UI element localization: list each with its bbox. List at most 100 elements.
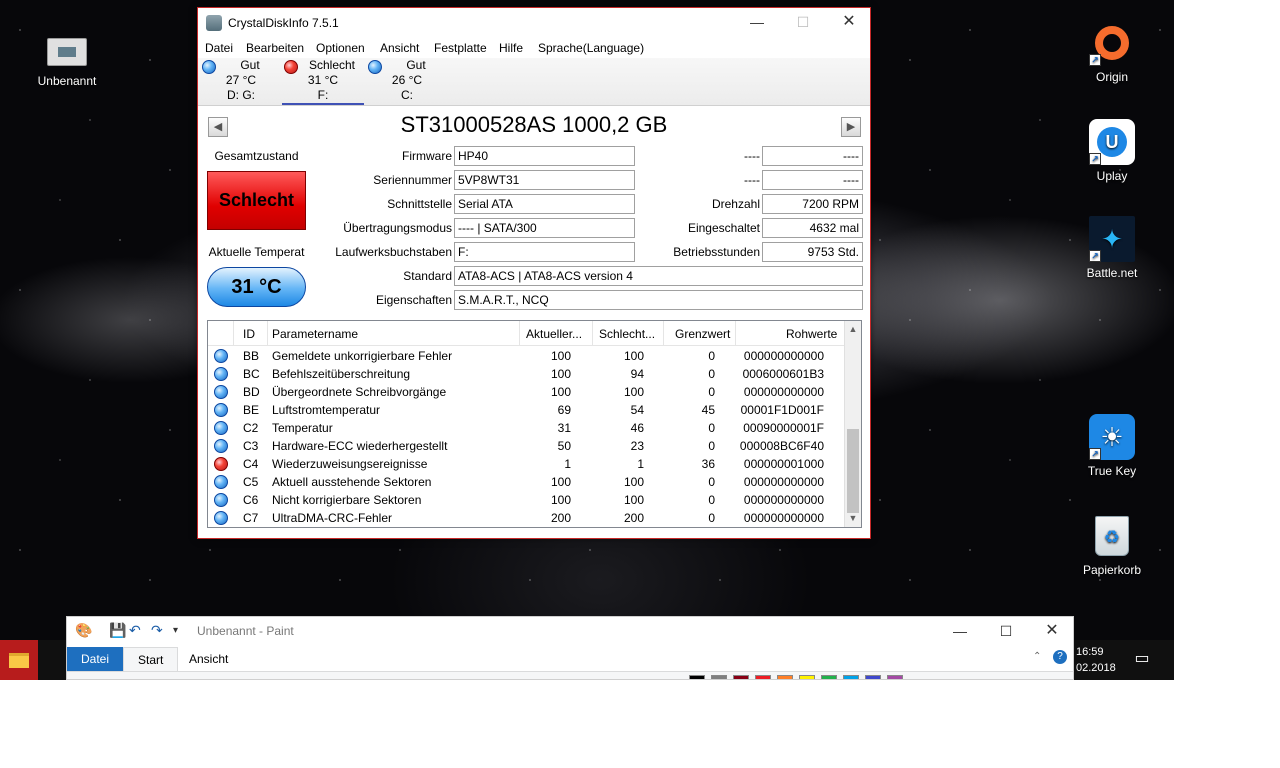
color-swatch[interactable] — [689, 675, 705, 679]
ribbon-panel — [67, 671, 1073, 679]
attribute-name: Aktuell ausstehende Sektoren — [272, 475, 432, 489]
help-icon[interactable]: ? — [1053, 650, 1067, 664]
collapse-ribbon-icon[interactable]: ⌃ — [1033, 651, 1041, 662]
paint-window: 🎨 💾 ↶ ↷ ▾ Unbenannt - Paint — ☐ ✕ Datei … — [66, 616, 1074, 680]
attribute-name: Übergeordnete Schreibvorgänge — [272, 385, 447, 399]
scroll-down-arrow-icon[interactable]: ▼ — [845, 510, 861, 527]
close-button[interactable]: ✕ — [826, 8, 872, 38]
desktop-icon-label: Battle.net — [1086, 266, 1138, 280]
column-header-worst[interactable]: Schlecht... — [599, 327, 655, 341]
table-row[interactable]: C3 Hardware-ECC wiederhergestellt 50 23 0 000… — [208, 437, 844, 455]
color-swatch[interactable] — [777, 675, 793, 679]
interface-field: Serial ATA — [454, 194, 635, 214]
file-explorer-taskbar-button[interactable] — [0, 640, 38, 680]
current-value: 100 — [550, 493, 571, 507]
temperature-badge[interactable]: 31 °C — [207, 267, 306, 307]
desktop-icon-truekey[interactable]: ☀ ↗ True Key — [1072, 414, 1152, 478]
worst-value: 200 — [623, 511, 644, 525]
menu-sprache[interactable]: Sprache(Language) — [538, 41, 644, 55]
color-swatch[interactable] — [733, 675, 749, 679]
table-row[interactable]: BD Übergeordnete Schreibvorgänge 100 100 0 00… — [208, 383, 844, 401]
paint-close-button[interactable]: ✕ — [1029, 619, 1073, 643]
attribute-name: Wiederzuweisungsereignisse — [272, 457, 428, 471]
ribbon-tab-start[interactable]: Start — [123, 647, 179, 671]
attribute-id: BC — [243, 367, 260, 381]
drive-letter: F: — [317, 88, 329, 102]
maximize-button[interactable]: ☐ — [780, 8, 826, 38]
scroll-up-arrow-icon[interactable]: ▲ — [845, 321, 861, 338]
customize-toolbar-icon[interactable]: ▾ — [173, 625, 178, 636]
menu-ansicht[interactable]: Ansicht — [380, 41, 419, 55]
drive-tab-c[interactable]: Gut 26 °C C: — [366, 58, 448, 105]
color-swatch[interactable] — [843, 675, 859, 679]
action-center-icon[interactable]: ▭ — [1130, 648, 1154, 670]
color-swatch[interactable] — [799, 675, 815, 679]
desktop-icon-unbenannt[interactable]: Unbenannt — [27, 32, 107, 88]
color-swatch[interactable] — [755, 675, 771, 679]
features-label: Eigenschaften — [375, 293, 452, 307]
worst-value: 46 — [630, 421, 644, 435]
vertical-scrollbar[interactable]: ▲ ▼ — [844, 321, 861, 527]
color-swatch[interactable] — [711, 675, 727, 679]
menu-hilfe[interactable]: Hilfe — [499, 41, 523, 55]
desktop-icon-origin[interactable]: ↗ Origin — [1072, 20, 1152, 84]
column-header-current[interactable]: Aktueller... — [526, 327, 582, 341]
save-icon[interactable]: 💾 — [109, 622, 126, 639]
disk-model: ST31000528AS 1000,2 GB — [400, 112, 668, 137]
title-bar[interactable]: CrystalDiskInfo 7.5.1 — ☐ ✕ — [198, 8, 870, 38]
column-header-id[interactable]: ID — [243, 327, 255, 341]
threshold-value: 0 — [708, 511, 715, 525]
table-row[interactable]: C7 UltraDMA-CRC-Fehler 200 200 0 000000000000 — [208, 509, 844, 527]
table-row[interactable]: C2 Temperatur 31 46 0 00090000001F — [208, 419, 844, 437]
drive-tab-d-g[interactable]: Gut 27 °C D: G: — [200, 58, 282, 105]
next-drive-button[interactable]: ▶ — [841, 117, 861, 137]
scrollbar-thumb[interactable] — [847, 429, 859, 513]
health-status-badge[interactable]: Schlecht — [207, 171, 306, 230]
desktop-icon-papierkorb[interactable]: ♻ Papierkorb — [1072, 513, 1152, 577]
desktop-icon-battlenet[interactable]: ✦ ↗ Battle.net — [1072, 216, 1152, 280]
taskbar-clock[interactable]: 16:59 02.2018 — [1076, 644, 1116, 676]
ribbon-tab-ansicht[interactable]: Ansicht — [175, 647, 242, 671]
status-good-icon — [214, 511, 228, 525]
transfer-mode-field: ---- | SATA/300 — [454, 218, 635, 238]
table-row[interactable]: BC Befehlszeitüberschreitung 100 94 0 0006000… — [208, 365, 844, 383]
paint-minimize-button[interactable]: — — [937, 619, 983, 643]
minimize-button[interactable]: — — [734, 8, 780, 38]
redo-icon[interactable]: ↷ — [151, 622, 163, 639]
shortcut-arrow-icon: ↗ — [1089, 54, 1101, 66]
worst-value: 1 — [637, 457, 644, 471]
smart-attributes-table[interactable]: ID Parametername Aktueller... Schlecht..… — [207, 320, 862, 528]
column-header-threshold[interactable]: Grenzwert — [675, 327, 730, 341]
table-row[interactable]: C6 Nicht korrigierbare Sektoren 100 100 0 000… — [208, 491, 844, 509]
menu-festplatte[interactable]: Festplatte — [434, 41, 487, 55]
undo-icon[interactable]: ↶ — [129, 622, 141, 639]
table-row[interactable]: BB Gemeldete unkorrigierbare Fehler 100 100… — [208, 347, 844, 365]
table-row[interactable]: BE Luftstromtemperatur 69 54 45 00001F1D001F — [208, 401, 844, 419]
status-good-icon — [202, 60, 216, 74]
column-header-name[interactable]: Parametername — [272, 327, 358, 341]
paint-maximize-button[interactable]: ☐ — [983, 619, 1029, 643]
color-swatch[interactable] — [887, 675, 903, 679]
menu-optionen[interactable]: Optionen — [316, 41, 365, 55]
attribute-id: BD — [243, 385, 260, 399]
desktop-icon-label: Uplay — [1096, 169, 1128, 183]
color-swatch[interactable] — [821, 675, 837, 679]
desktop-icon-uplay[interactable]: U ↗ Uplay — [1072, 119, 1152, 183]
table-row[interactable]: C4 Wiederzuweisungsereignisse 1 1 36 00000000… — [208, 455, 844, 473]
drive-tab-f[interactable]: Schlecht 31 °C F: — [282, 58, 364, 105]
column-header-raw[interactable]: Rohwerte — [786, 327, 837, 341]
color-swatch[interactable] — [865, 675, 881, 679]
crystaldiskinfo-app-icon — [206, 15, 222, 31]
paint-app-icon: 🎨 — [75, 622, 93, 638]
crystaldiskinfo-window: CrystalDiskInfo 7.5.1 — ☐ ✕ Datei Bearbe… — [197, 7, 871, 539]
desktop-icon-label: Origin — [1095, 70, 1128, 84]
status-good-icon — [214, 403, 228, 417]
menu-bearbeiten[interactable]: Bearbeiten — [246, 41, 304, 55]
power-on-hours-label: Betriebsstunden — [673, 245, 760, 259]
attribute-name: Luftstromtemperatur — [272, 403, 381, 417]
menu-datei[interactable]: Datei — [205, 41, 233, 55]
ribbon-tab-datei[interactable]: Datei — [67, 647, 123, 671]
power-on-hours-field: 9753 Std. — [762, 242, 863, 262]
table-row[interactable]: C5 Aktuell ausstehende Sektoren 100 100 0 000… — [208, 473, 844, 491]
threshold-value: 0 — [708, 439, 715, 453]
